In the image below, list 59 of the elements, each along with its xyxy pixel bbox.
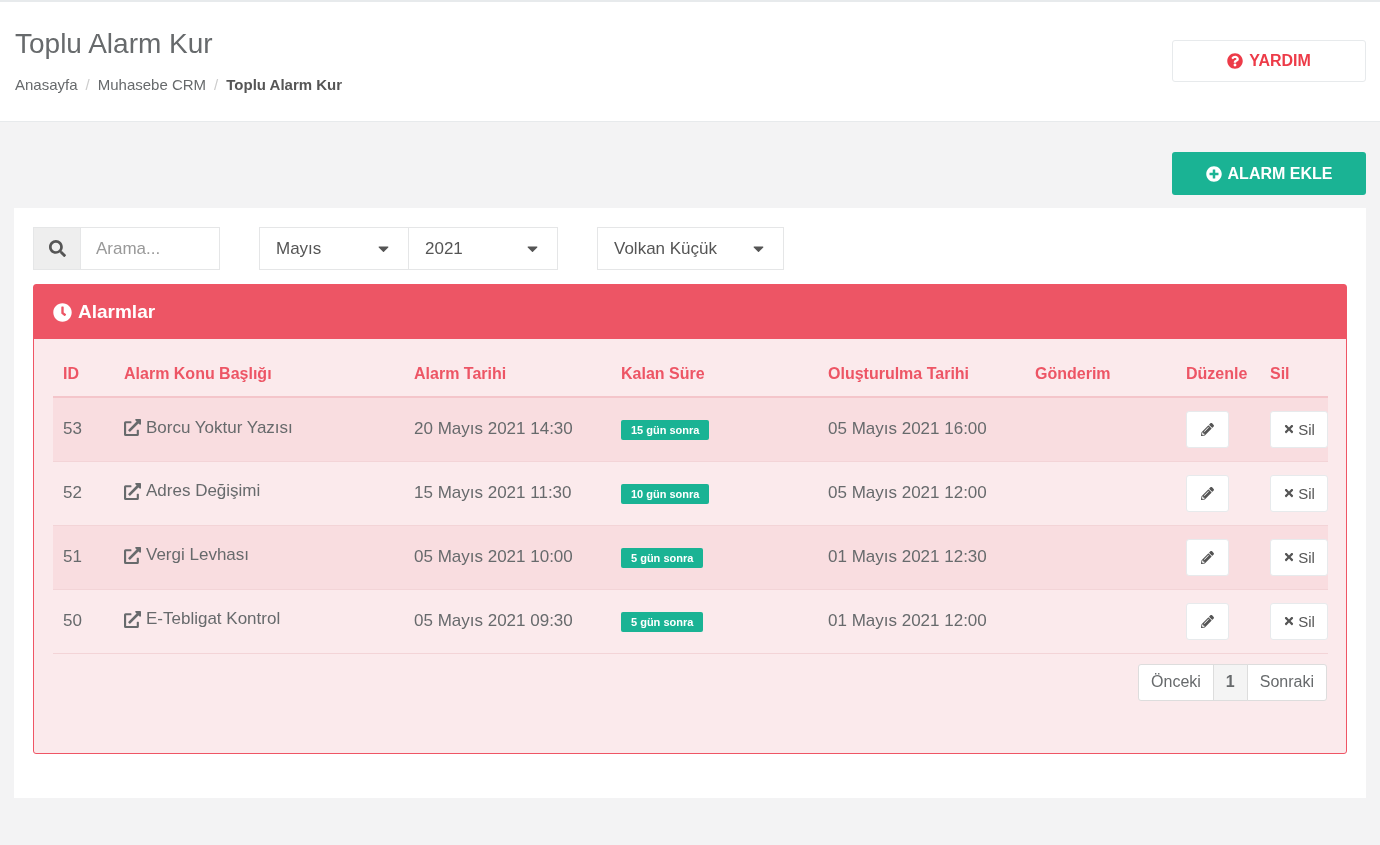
close-icon [1283,423,1296,436]
pagination-button[interactable]: 1 [1212,663,1248,701]
table-cell: 50 [53,589,114,653]
table-cell: 20 Mayıs 2021 14:30 [404,397,611,461]
delete-button[interactable]: Sil [1270,410,1328,448]
pencil-icon [1201,486,1214,500]
close-icon [1283,551,1296,563]
remaining-badge: 5 gün sonra [621,548,704,568]
search-field[interactable]: Arama... [81,227,220,270]
search-icon [48,240,66,257]
breadcrumb-item[interactable]: Anasayfa [15,76,78,93]
pencil-icon [1201,550,1214,564]
pagination-button[interactable]: Sonraki [1246,663,1327,701]
edit-button[interactable] [1186,602,1229,640]
user-select[interactable]: Volkan Küçük [597,227,784,270]
page-title: Toplu Alarm Kur [15,27,214,61]
clock-icon [53,302,72,322]
external-link-icon[interactable] [124,610,141,628]
breadcrumb-separator: / [85,76,90,93]
table-cell: 51 [53,525,114,589]
pagination-button[interactable]: Önceki [1138,663,1214,701]
remaining-badge: 10 gün sonra [621,484,710,504]
table-cell: 01 Mayıs 2021 12:30 [818,525,1025,589]
edit-button[interactable] [1186,474,1229,512]
alarm-title-link[interactable]: Adres Değişimi [146,481,261,502]
delete-button[interactable]: Sil [1270,474,1328,512]
table-cell: 15 Mayıs 2021 11:30 [404,461,611,525]
table-cell: 05 Mayıs 2021 09:30 [404,589,611,653]
alarm-title-link[interactable]: E-Tebligat Kontrol [146,609,281,630]
question-icon [1227,53,1244,69]
delete-button[interactable]: Sil [1270,538,1328,576]
table-cell: 53 [53,397,114,461]
delete-button[interactable]: Sil [1270,602,1328,640]
table-cell: 05 Mayıs 2021 12:00 [818,461,1025,525]
year-select[interactable]: 2021 [408,227,558,270]
pencil-icon [1201,614,1214,628]
table-cell: 05 Mayıs 2021 10:00 [404,525,611,589]
external-link-icon[interactable] [124,546,141,564]
alarm-title-link[interactable]: Vergi Levhası [146,545,249,566]
help-button[interactable]: YARDIM [1172,40,1366,82]
close-icon [1283,487,1296,499]
breadcrumb-separator: / [214,76,219,93]
month-select[interactable]: Mayıs [259,227,409,270]
plus-icon [1205,165,1222,182]
close-icon [1283,615,1296,627]
table-cell: 01 Mayıs 2021 12:00 [818,589,1025,653]
edit-button[interactable] [1186,538,1229,576]
table-cell: 52 [53,461,114,525]
breadcrumb-item[interactable]: Muhasebe CRM [97,76,207,93]
external-link-icon[interactable] [124,482,141,500]
panel-title: Alarmlar [78,301,156,323]
external-link-icon[interactable] [124,419,141,436]
edit-button[interactable] [1186,410,1229,448]
table-cell: 05 Mayıs 2021 16:00 [818,397,1025,461]
alarm-title-link[interactable]: Borcu Yoktur Yazısı [146,417,293,438]
remaining-badge: 15 gün sonra [621,420,710,441]
pencil-icon [1201,422,1214,436]
remaining-badge: 5 gün sonra [621,612,704,632]
breadcrumb-item: Toplu Alarm Kur [226,76,343,93]
